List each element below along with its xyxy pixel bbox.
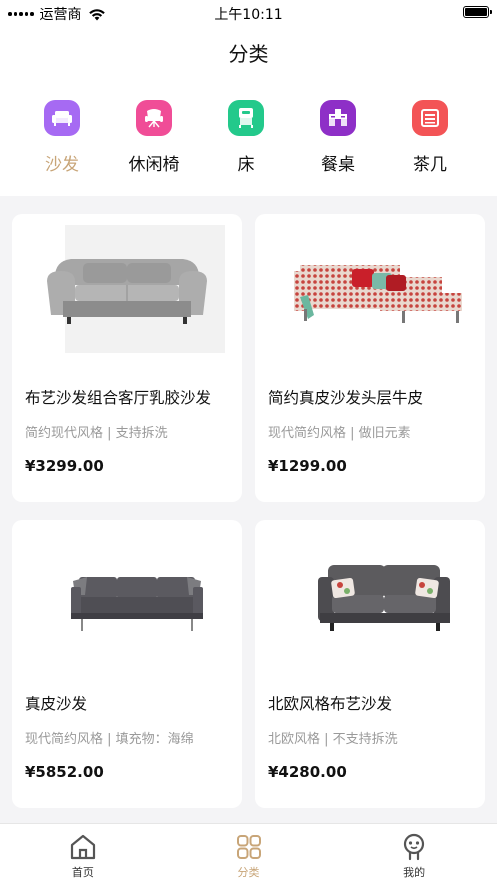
tab-label: 首页 <box>71 866 94 879</box>
tab-profile[interactable]: 我的 <box>331 824 497 883</box>
product-tags: 现代简约风格 | 做旧元素 <box>268 426 411 441</box>
home-icon <box>70 834 95 860</box>
product-price: ¥4280.00 <box>268 763 347 781</box>
product-card[interactable]: 北欧风格布艺沙发 北欧风格 | 不支持拆洗 ¥4280.00 <box>255 520 485 808</box>
clock: 上午10:11 <box>214 7 283 23</box>
product-title: 简约真皮沙发头层牛皮 <box>268 389 424 407</box>
sofa-icon <box>44 100 80 136</box>
bed-icon <box>228 100 264 136</box>
armchair-icon <box>136 100 172 136</box>
tab-home[interactable]: 首页 <box>0 824 166 883</box>
product-tags: 现代简约风格 | 填充物：海绵 <box>25 732 194 747</box>
product-price: ¥1299.00 <box>268 457 347 475</box>
product-title: 北欧风格布艺沙发 <box>268 695 393 713</box>
battery-icon <box>463 6 492 18</box>
category-armchair[interactable]: 休闲椅 <box>108 100 200 175</box>
category-coffee-table[interactable]: 茶几 <box>384 100 476 175</box>
product-title: 真皮沙发 <box>25 695 88 713</box>
category-label: 沙发 <box>45 155 79 175</box>
product-title: 布艺沙发组合客厅乳胶沙发 <box>25 389 212 407</box>
tab-label: 分类 <box>237 866 260 879</box>
category-dining-table[interactable]: 餐桌 <box>292 100 384 175</box>
product-card[interactable]: 简约真皮沙发头层牛皮 现代简约风格 | 做旧元素 ¥1299.00 <box>255 214 485 502</box>
category-row: 沙发 休闲椅 床 餐桌 茶几 <box>0 100 497 175</box>
header: 分类 沙发 休闲椅 床 餐桌 茶几 <box>0 26 497 196</box>
status-bar: 运营商 上午10:11 <box>0 0 497 26</box>
page-title: 分类 <box>228 42 269 66</box>
tab-bar: 首页 分类 我的 <box>0 823 497 883</box>
category-label: 餐桌 <box>321 155 355 175</box>
category-sofa[interactable]: 沙发 <box>16 100 108 175</box>
profile-icon <box>404 833 425 861</box>
product-price: ¥5852.00 <box>25 763 104 781</box>
tab-category[interactable]: 分类 <box>166 824 332 883</box>
tab-label: 我的 <box>403 866 426 879</box>
product-card[interactable]: 布艺沙发组合客厅乳胶沙发 简约现代风格 | 支持拆洗 ¥3299.00 <box>12 214 242 502</box>
product-tags: 简约现代风格 | 支持拆洗 <box>25 426 168 441</box>
category-bed[interactable]: 床 <box>200 100 292 175</box>
product-tags: 北欧风格 | 不支持拆洗 <box>268 732 398 747</box>
product-image-sofa-nordic-fabric <box>255 520 485 670</box>
category-label: 床 <box>237 155 255 175</box>
product-image-sofa-patterned-sectional <box>255 214 485 364</box>
product-card[interactable]: 真皮沙发 现代简约风格 | 填充物：海绵 ¥5852.00 <box>12 520 242 808</box>
category-label: 休闲椅 <box>128 155 180 175</box>
product-image-sofa-grey-fabric <box>12 214 242 364</box>
category-label: 茶几 <box>413 155 447 175</box>
product-price: ¥3299.00 <box>25 457 104 475</box>
product-image-sofa-dark-leather <box>12 520 242 670</box>
coffee-table-icon <box>412 100 448 136</box>
category-icon <box>236 835 261 859</box>
dining-table-icon <box>320 100 356 136</box>
